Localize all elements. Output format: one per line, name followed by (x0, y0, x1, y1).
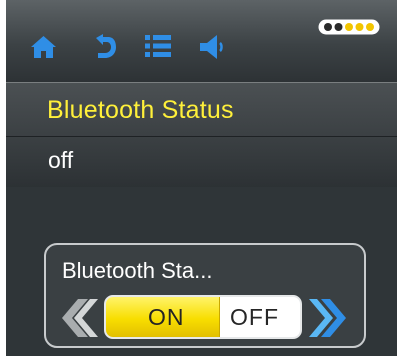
left-arrow-icon[interactable] (60, 297, 100, 339)
speaker-icon[interactable] (199, 34, 229, 60)
battery-indicator-icon (318, 19, 380, 35)
right-arrow-icon[interactable] (307, 297, 347, 339)
status-title: Bluetooth Status (47, 96, 234, 124)
menu-list-icon[interactable] (144, 34, 172, 58)
switch-off-label[interactable]: OFF (230, 304, 279, 331)
back-icon[interactable] (92, 33, 118, 60)
switch-on-label[interactable]: ON (148, 304, 185, 331)
toggle-label: Bluetooth Sta... (62, 258, 213, 283)
status-value: off (48, 147, 74, 173)
home-icon[interactable] (30, 35, 57, 59)
top-toolbar (6, 0, 397, 82)
status-divider (6, 136, 397, 137)
